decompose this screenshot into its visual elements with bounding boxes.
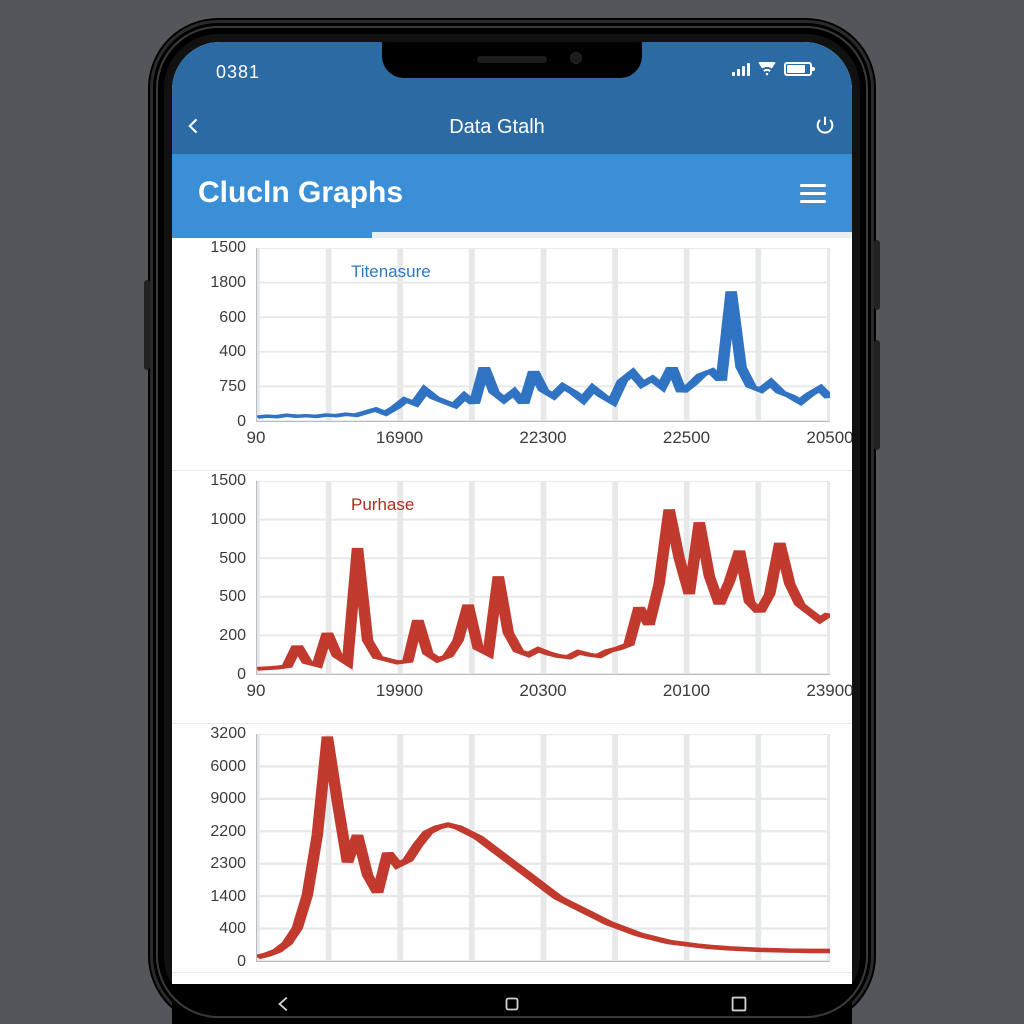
nav-home-icon[interactable] [501, 993, 523, 1015]
side-button[interactable] [874, 340, 880, 450]
screen: 0381 Data Gtalh Clucln Graphs 150 [172, 42, 852, 1024]
content-area[interactable]: 150018006004007500 Titenasure 9016900223… [172, 238, 852, 1024]
power-button[interactable] [798, 114, 852, 141]
chart-3-plot [256, 734, 830, 962]
chart-1-plot: Titenasure [256, 248, 830, 422]
nav-title: Data Gtalh [196, 116, 798, 139]
wifi-icon [758, 62, 776, 76]
signal-icon [732, 62, 750, 76]
chart-2: 150010005005002000 Purhase 9019900203002… [172, 471, 852, 724]
page-title: Clucln Graphs [198, 176, 403, 210]
chart-1: 150018006004007500 Titenasure 9016900223… [172, 238, 852, 471]
battery-icon [784, 62, 812, 76]
nav-back-icon[interactable] [274, 993, 296, 1015]
chart-2-legend: Purhase [351, 495, 414, 515]
nav-bar: Data Gtalh [172, 100, 852, 154]
sub-header: Clucln Graphs [172, 154, 852, 232]
chart-2-plot: Purhase [256, 481, 830, 675]
menu-button[interactable] [800, 184, 826, 203]
status-time: 0381 [216, 62, 260, 83]
phone-frame: 0381 Data Gtalh Clucln Graphs 150 [150, 20, 874, 1024]
chart-1-yticks: 150018006004007500 [172, 248, 252, 422]
nav-recent-icon[interactable] [728, 993, 750, 1015]
side-button[interactable] [874, 240, 880, 310]
android-nav [172, 984, 852, 1024]
chart-3-yticks: 3200600090002200230014004000 [172, 734, 252, 962]
chart-3: 3200600090002200230014004000 [172, 724, 852, 973]
chart-2-yticks: 150010005005002000 [172, 481, 252, 675]
chart-1-xticks: 9016900223002250020500 [256, 428, 830, 458]
side-button[interactable] [144, 280, 150, 370]
power-icon [814, 114, 836, 136]
chart-2-xticks: 9019900203002010023900 [256, 681, 830, 711]
chart-1-legend: Titenasure [351, 262, 431, 282]
notch [382, 42, 642, 78]
